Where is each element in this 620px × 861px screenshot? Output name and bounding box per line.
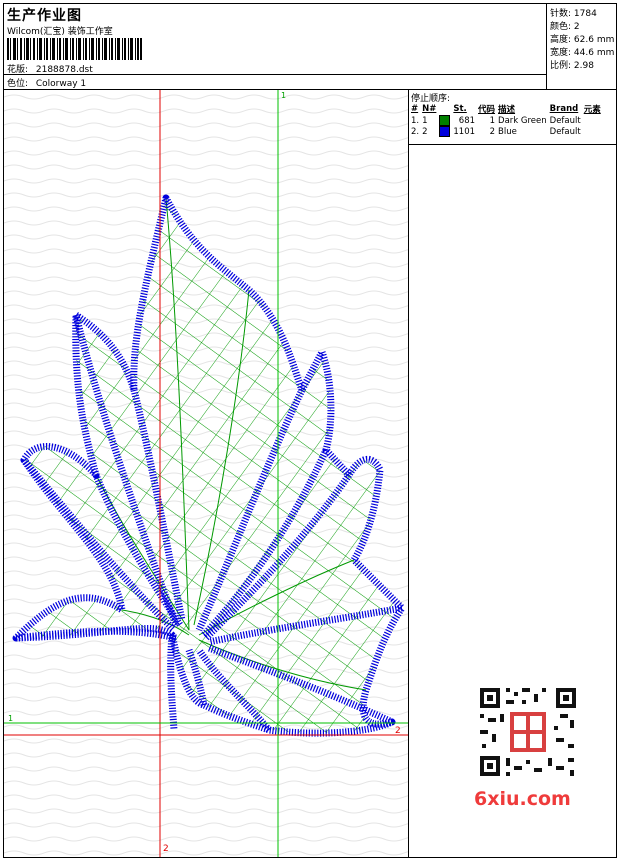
stop-sequence-table: # N# St. 代码 描述 Brand 元素 1. 1 681 1 Dark … [411, 103, 604, 137]
col-brand: Brand [549, 104, 579, 114]
green-axis-top-label: 1 [281, 91, 287, 100]
table-row: 2. 2 1101 2 Blue Default [411, 126, 581, 137]
green-axis-left-label: 1 [8, 714, 14, 723]
stats-panel: 针数: 1784 颜色: 2 高度: 62.6 mm 宽度: 44.6 mm 比… [547, 4, 616, 90]
colorway-row: 色位: Colorway 1 [7, 76, 86, 89]
page-title: 生产作业图 [7, 8, 82, 24]
software-name: Wilcom(汇宝) 装饰工作室 [7, 27, 113, 37]
header-divider [4, 74, 546, 75]
col-index: # [411, 104, 419, 114]
barcode-icon [7, 38, 142, 60]
colorway-value: Colorway 1 [35, 79, 87, 89]
design-canvas: 1 1 2 2 [4, 90, 409, 857]
col-needle: N# [422, 104, 437, 114]
colorway-label: 色位: [7, 79, 29, 89]
color-swatch [439, 115, 451, 126]
red-axis-right-label: 2 [395, 726, 401, 736]
qr-code-icon [470, 682, 586, 782]
stop-sequence-panel: 停止顺序: # N# St. 代码 描述 Brand 元素 1. 1 681 1… [409, 90, 616, 145]
stat-stitches: 针数: 1784 [550, 9, 597, 19]
stat-height: 高度: 62.6 mm [550, 35, 615, 45]
red-axis-bottom-label: 2 [163, 844, 169, 854]
stat-scale: 比例: 2.98 [550, 61, 594, 71]
col-swatch [439, 103, 453, 115]
col-stitches: St. [453, 104, 467, 114]
embroidery-preview [4, 90, 408, 857]
col-code: 代码 [478, 105, 496, 115]
col-description: 描述 [498, 105, 516, 115]
table-header-row: # N# St. 代码 描述 Brand 元素 [411, 103, 604, 115]
color-swatch [439, 126, 451, 137]
stat-width: 宽度: 44.6 mm [550, 48, 615, 58]
header-panel: 生产作业图 Wilcom(汇宝) 装饰工作室 花版: 2188878.dst 色… [4, 4, 547, 90]
watermark-logo: 6xiu.com [474, 788, 571, 810]
table-row: 1. 1 681 1 Dark Green Default [411, 115, 581, 126]
col-element: 元素 [583, 105, 601, 115]
stat-colors: 颜色: 2 [550, 22, 580, 32]
